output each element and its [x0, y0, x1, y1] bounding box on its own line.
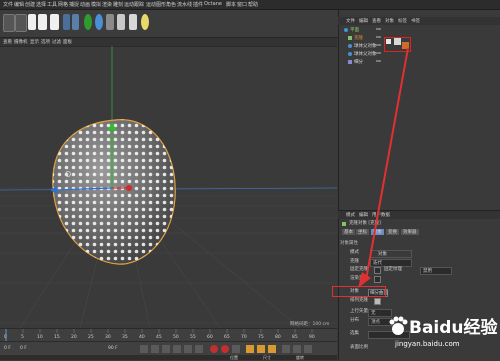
menu-item[interactable]: 角色: [166, 1, 176, 8]
cube-icon[interactable]: [63, 14, 70, 30]
grid-spacing-label: 网格间距：100 cm: [290, 322, 330, 327]
om-menu-bookmarks[interactable]: 书签: [411, 18, 420, 24]
tick-label: 80: [275, 335, 281, 340]
play-reverse-icon[interactable]: [162, 345, 170, 353]
tick-label: 15: [54, 335, 60, 340]
spline-icon[interactable]: [72, 14, 79, 30]
tick-label: 55: [190, 335, 196, 340]
redo-icon[interactable]: [15, 14, 27, 32]
autokey-icon[interactable]: [221, 345, 229, 353]
position-label: 位置: [230, 355, 238, 360]
menu-item[interactable]: 窗口: [237, 1, 247, 8]
menu-item[interactable]: 运动跟踪: [124, 1, 144, 8]
undo-icon[interactable]: [3, 14, 15, 32]
om-menu-view[interactable]: 查看: [372, 18, 381, 24]
cloned-egg-object[interactable]: [50, 116, 180, 268]
field-icon[interactable]: [106, 14, 114, 30]
pla-key-icon[interactable]: [293, 345, 301, 353]
tick-label: 70: [241, 335, 247, 340]
go-to-end-icon[interactable]: [195, 345, 203, 353]
tick-label: 35: [122, 335, 128, 340]
tick-label: 40: [139, 335, 145, 340]
om-menu-file[interactable]: 文件: [346, 18, 355, 24]
film-icon[interactable]: [38, 14, 47, 30]
grid-icon[interactable]: [117, 14, 125, 30]
tick-label: 60: [207, 335, 213, 340]
generator-icon[interactable]: [84, 14, 92, 30]
tick-label: 50: [173, 335, 179, 340]
start-frame-field[interactable]: 0 F: [20, 346, 27, 351]
menu-item[interactable]: 工具: [47, 1, 57, 8]
tick-label: 20: [71, 335, 77, 340]
go-to-start-icon[interactable]: [140, 345, 148, 353]
scale-key-icon[interactable]: [257, 345, 265, 353]
menu-item[interactable]: 选择: [36, 1, 46, 8]
tick-label: 45: [156, 335, 162, 340]
camera-icon[interactable]: [129, 14, 137, 30]
menu-item[interactable]: 创建: [25, 1, 35, 8]
deformer-icon[interactable]: [95, 14, 103, 30]
baidu-paw-logo: [389, 316, 408, 335]
light-icon[interactable]: [141, 14, 149, 30]
tick-label: 10: [37, 335, 43, 340]
menu-item[interactable]: 模拟: [91, 1, 101, 8]
size-label: 尺寸: [263, 355, 271, 360]
film-icon[interactable]: [50, 14, 59, 30]
keyframe-selection-icon[interactable]: [232, 345, 240, 353]
tick-label: 0: [4, 335, 7, 340]
timeline-ruler[interactable]: 0 5 10 15 20 25 30 35 40 45 50 55 60 65 …: [0, 328, 337, 342]
step-forward-icon[interactable]: [184, 345, 192, 353]
menu-item[interactable]: 编辑: [14, 1, 24, 8]
menu-item[interactable]: 文件: [3, 1, 13, 8]
tick-label: 25: [88, 335, 94, 340]
texture-select[interactable]: 禁用: [420, 267, 452, 275]
menu-item[interactable]: 流水线: [177, 1, 192, 8]
film-icon[interactable]: [28, 14, 36, 30]
transport-bar: 0 F 0 F 90 F: [0, 341, 337, 356]
step-back-icon[interactable]: [151, 345, 159, 353]
menu-item[interactable]: 运动图形: [146, 1, 166, 8]
plane-icon: [344, 28, 348, 32]
menu-bar: 文件 编辑 创建 选择 工具 网格 捕捉 动画 模拟 渲染 雕刻 运动跟踪 运动…: [0, 0, 500, 10]
main-toolbar: [0, 10, 338, 38]
current-frame-field[interactable]: 0 F: [4, 346, 11, 351]
menu-item[interactable]: 插件: [193, 1, 203, 8]
menu-item[interactable]: Octane: [204, 1, 222, 7]
tick-label: 5: [21, 335, 24, 340]
tick-label: 85: [292, 335, 298, 340]
om-menu-tags[interactable]: 标签: [398, 18, 407, 24]
param-key-icon[interactable]: [282, 345, 290, 353]
position-key-icon[interactable]: [246, 345, 254, 353]
end-frame-field[interactable]: 90 F: [108, 346, 118, 351]
tick-label: 65: [224, 335, 230, 340]
annotation-arrow: [358, 47, 409, 288]
record-icon[interactable]: [210, 345, 218, 353]
menu-item[interactable]: 雕刻: [113, 1, 123, 8]
object-manager-menu: 文件 编辑 查看 对象 标签 书签: [338, 17, 500, 25]
menu-item[interactable]: 帮助: [248, 1, 258, 8]
watermark-url: jingyan.baidu.com: [395, 340, 460, 348]
3d-viewport[interactable]: 查看 摄像机 显示 选项 过滤 面板 网格间距：100 cm: [0, 38, 337, 328]
tick-label: 90: [309, 335, 315, 340]
gizmo-x-handle[interactable]: [126, 185, 132, 191]
menu-item[interactable]: 捕捉: [69, 1, 79, 8]
rotation-label: 旋转: [296, 355, 304, 360]
tick-label: 30: [105, 335, 111, 340]
timeline-icon[interactable]: [304, 345, 312, 353]
menu-item[interactable]: 动画: [80, 1, 90, 8]
om-menu-edit[interactable]: 编辑: [359, 18, 368, 24]
tick-label: 75: [258, 335, 264, 340]
coordinates-bar: 位置 尺寸 旋转: [0, 355, 337, 360]
om-menu-object[interactable]: 对象: [385, 18, 394, 24]
menu-item[interactable]: 脚本: [226, 1, 236, 8]
baidu-watermark: Baidu经验 jingyan.baidu.com: [385, 313, 498, 353]
play-icon[interactable]: [173, 345, 181, 353]
viewport-scene: [0, 46, 337, 328]
watermark-brand: Baidu经验: [409, 318, 498, 338]
menu-item[interactable]: 渲染: [102, 1, 112, 8]
rotation-key-icon[interactable]: [268, 345, 276, 353]
object-row-plane[interactable]: 平面: [342, 27, 500, 34]
menu-item[interactable]: 网格: [58, 1, 68, 8]
